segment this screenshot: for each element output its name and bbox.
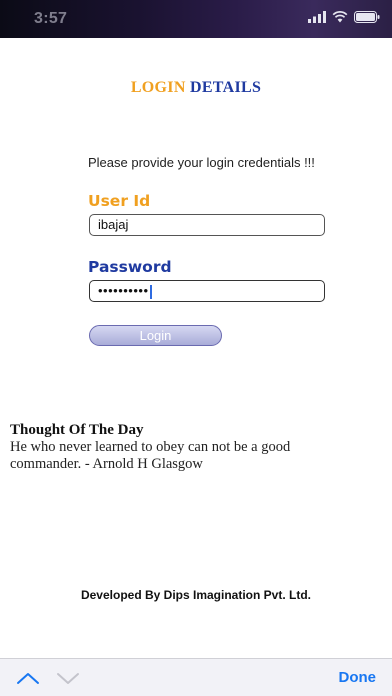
chevron-up-icon[interactable] (15, 669, 41, 687)
thought-text: He who never learned to obey can not be … (10, 439, 291, 472)
page-title: LOGIN DETAILS (0, 79, 392, 97)
user-id-value: ibajaj (98, 217, 129, 232)
status-time: 3:57 (34, 10, 68, 27)
status-icons (308, 11, 380, 23)
password-field[interactable]: •••••••••• (89, 280, 325, 302)
login-instructions: Please provide your login credentials !!… (88, 155, 315, 170)
text-caret (149, 284, 152, 299)
developer-credit: Developed By Dips Imagination Pvt. Ltd. (80, 588, 312, 602)
keyboard-accessory-bar: Done (0, 658, 392, 696)
password-value: •••••••••• (98, 283, 149, 298)
signal-icon (308, 11, 326, 23)
login-button[interactable]: Login (89, 325, 222, 346)
page-title-login: LOGIN (130, 79, 186, 96)
password-label: Password (88, 258, 172, 276)
wifi-icon (332, 11, 348, 23)
thought-title: Thought Of The Day (10, 422, 144, 438)
battery-icon (354, 11, 380, 23)
user-id-field[interactable]: ibajaj (89, 214, 325, 236)
user-id-label: User Id (88, 192, 151, 210)
page-title-details: DETAILS (189, 79, 262, 96)
status-bar: 3:57 (0, 0, 392, 38)
done-button[interactable]: Done (339, 669, 377, 686)
chevron-down-icon[interactable] (55, 669, 81, 687)
